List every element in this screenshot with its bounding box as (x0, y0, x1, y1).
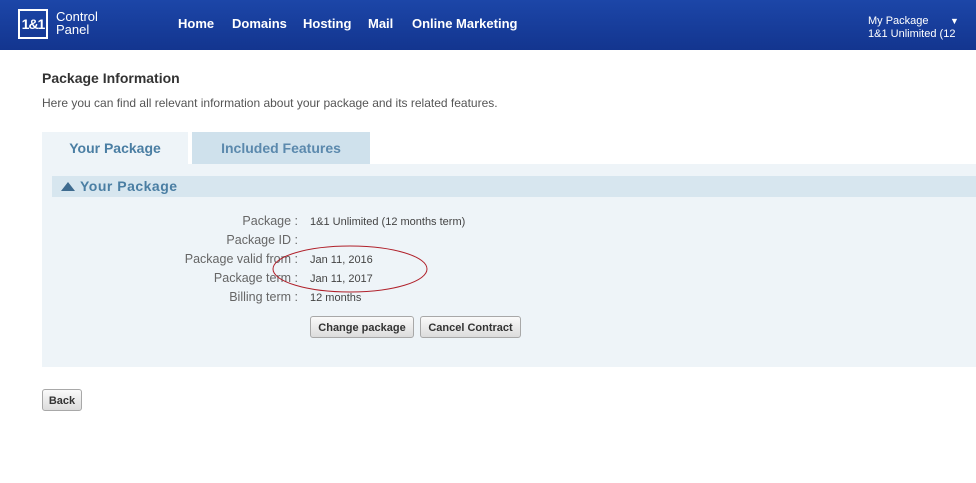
red-annotation-ellipse (272, 245, 428, 293)
annotation-overlay (272, 245, 428, 293)
